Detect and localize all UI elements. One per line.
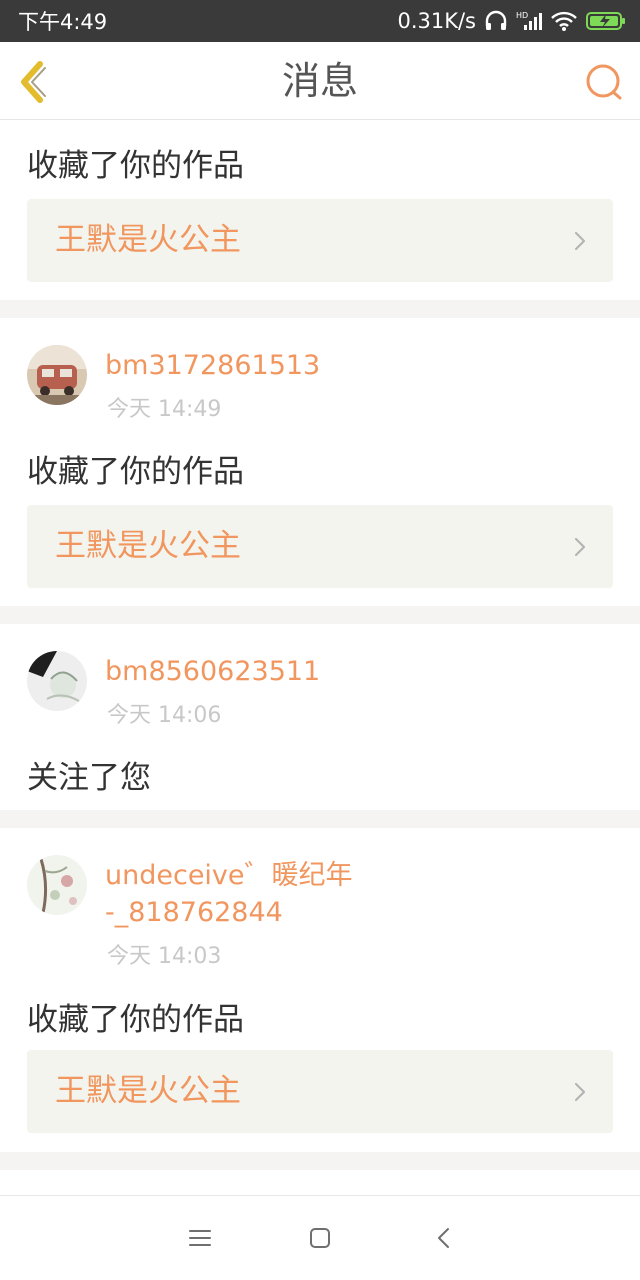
system-nav-bar [0,1195,640,1280]
message-list: 收藏了你的作品 王默是火公主 bm3172861513 今天 14:49 收藏了… [0,120,640,1195]
message-item: 收藏了你的作品 王默是火公主 [0,120,640,300]
status-icons: 0.31K/s HD [397,9,626,33]
message-time: 今天 14:06 [107,703,222,728]
divider [0,1152,640,1170]
headphones-icon [484,10,508,32]
message-action: 关注了您 [27,760,151,796]
network-speed: 0.31K/s [397,9,476,33]
home-icon[interactable] [306,1224,334,1252]
message-time: 今天 14:03 [107,944,222,969]
menu-icon[interactable] [186,1224,214,1252]
message-action: 收藏了你的作品 [27,454,244,490]
work-link[interactable]: 王默是火公主 [27,199,613,282]
page-title: 消息 [281,59,358,103]
message-action: 收藏了你的作品 [27,1002,244,1038]
status-bar: 下午4:49 0.31K/s HD [0,0,640,42]
avatar[interactable] [27,855,87,915]
message-action: 收藏了你的作品 [27,148,244,184]
username[interactable]: undeceive゛暖纪年 [105,858,353,894]
wifi-icon [550,10,578,32]
chevron-right-icon [574,231,586,251]
work-link[interactable]: 王默是火公主 [27,1050,613,1133]
message-item: bm3172861513 今天 14:49 收藏了你的作品 王默是火公主 [0,318,640,606]
username-continued[interactable]: -_818762844 [105,895,283,931]
message-item: undeceive゛暖纪年 -_818762844 今天 14:03 收藏了你的… [0,828,640,1152]
status-time: 下午4:49 [18,10,108,34]
avatar[interactable] [27,651,87,711]
username[interactable]: bm3172861513 [105,348,320,384]
battery-charging-icon [586,11,626,31]
username[interactable]: bm8560623511 [105,654,320,690]
search-button[interactable] [584,62,624,102]
svg-text:HD: HD [516,11,528,20]
work-title: 王默是火公主 [55,1073,241,1109]
divider [0,300,640,318]
divider [0,810,640,828]
message-time: 今天 14:49 [107,397,222,422]
hd-signal-icon: HD [516,10,542,32]
chevron-right-icon [574,537,586,557]
search-icon [586,64,622,100]
work-title: 王默是火公主 [55,528,241,564]
header: 消息 [0,42,640,120]
work-title: 王默是火公主 [55,222,241,258]
chevron-right-icon [574,1082,586,1102]
work-link[interactable]: 王默是火公主 [27,505,613,588]
back-icon[interactable] [430,1224,458,1252]
avatar[interactable] [27,345,87,405]
message-item: bm8560623511 今天 14:06 关注了您 [0,624,640,810]
divider [0,606,640,624]
